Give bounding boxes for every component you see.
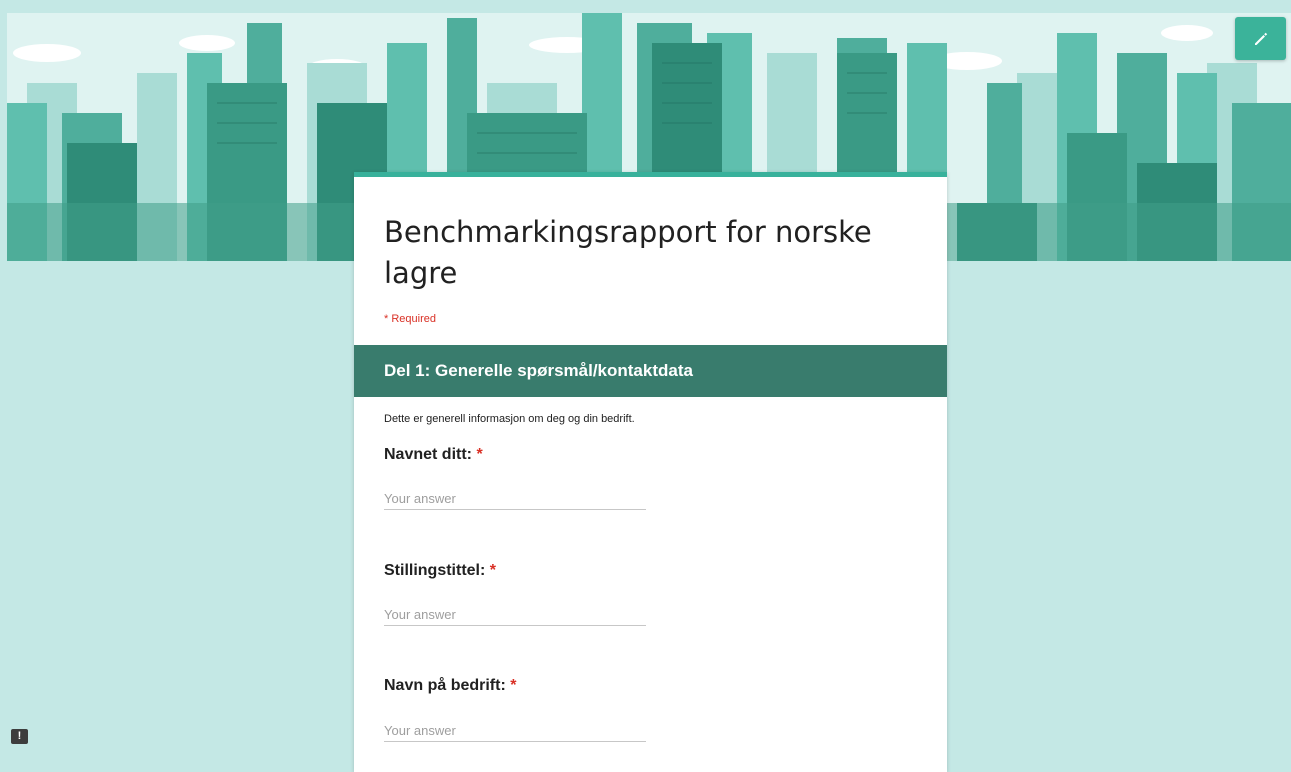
card-accent-stripe <box>354 172 947 177</box>
section-description: Dette er generell informasjon om deg og … <box>384 413 635 425</box>
report-icon[interactable]: ! <box>11 729 28 744</box>
question-label-title: Stillingstittel: * <box>384 562 496 580</box>
pencil-icon <box>1254 32 1267 45</box>
question-label-name: Navnet ditt: * <box>384 446 483 464</box>
required-asterisk: * <box>489 562 497 579</box>
job-title-input[interactable] <box>384 603 646 626</box>
question-label-company: Navn på bedrift: * <box>384 677 516 695</box>
required-asterisk: * <box>510 677 517 694</box>
form-card: Benchmarkingsrapport for norske lagre * … <box>354 172 947 772</box>
section-title: Del 1: Generelle spørsmål/kontaktdata <box>384 361 693 380</box>
company-name-input[interactable] <box>384 719 646 742</box>
section-header: Del 1: Generelle spørsmål/kontaktdata <box>354 345 947 397</box>
edit-theme-button[interactable] <box>1235 17 1286 60</box>
name-input[interactable] <box>384 487 646 510</box>
question-text: Stillingstittel: <box>384 562 486 579</box>
question-text: Navn på bedrift: <box>384 677 506 694</box>
required-note: * Required <box>384 313 436 325</box>
question-text: Navnet ditt: <box>384 446 472 463</box>
required-asterisk: * <box>476 446 483 463</box>
form-title: Benchmarkingsrapport for norske lagre <box>384 215 872 290</box>
